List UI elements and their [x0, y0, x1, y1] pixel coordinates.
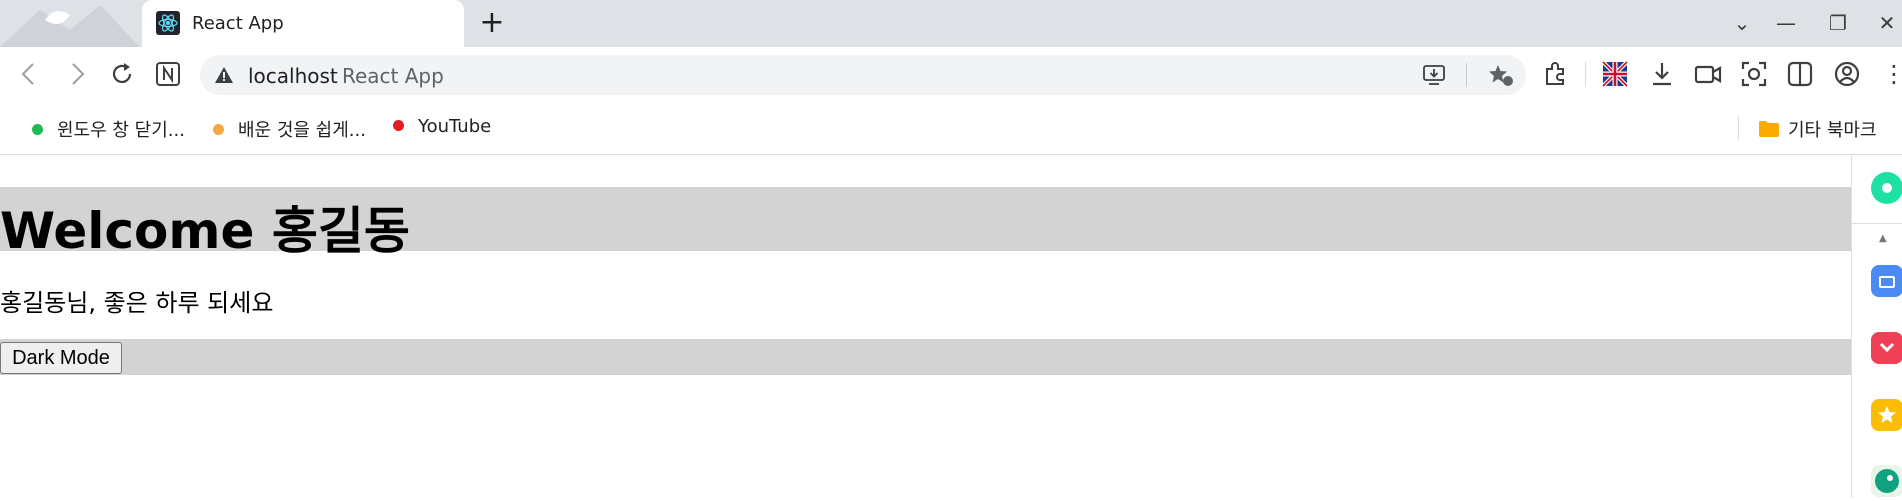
reload-icon[interactable] [107, 59, 137, 89]
profile-icon[interactable] [1832, 59, 1862, 89]
bookmark-label: YouTube [418, 116, 492, 137]
other-bookmarks-label: 기타 북마크 [1788, 120, 1877, 141]
bookmark-favicon-icon [213, 123, 224, 135]
tab-title: React App [192, 13, 284, 34]
screenshot-icon[interactable] [1739, 59, 1769, 89]
briefcase-icon[interactable] [1871, 265, 1902, 297]
bookmark-item[interactable]: 배운 것을 쉽게... [213, 116, 366, 141]
dark-mode-button[interactable]: Dark Mode [0, 342, 122, 374]
forward-icon[interactable] [62, 59, 92, 89]
omnibox-divider [1466, 63, 1467, 87]
browser-logo-decoration [0, 5, 140, 47]
bird-icon[interactable] [1871, 465, 1902, 497]
tab-list-button[interactable]: ⌄ [1727, 8, 1757, 38]
new-tab-button[interactable]: + [478, 8, 506, 38]
assistant-icon[interactable] [1871, 172, 1902, 204]
install-app-icon[interactable] [1422, 63, 1446, 87]
back-icon[interactable] [14, 59, 44, 89]
video-icon[interactable] [1693, 59, 1723, 89]
page-header: Welcome 홍길동 [0, 187, 1851, 260]
warning-icon[interactable] [214, 65, 234, 85]
browser-titlebar: React App + ⌄ — ❐ ✕ [0, 0, 1902, 48]
url-host: localhost [248, 64, 338, 88]
react-icon [156, 11, 180, 35]
page-heading: Welcome 홍길동 [0, 202, 410, 260]
split-view-icon[interactable] [1785, 59, 1815, 89]
bookmark-star-icon[interactable] [1488, 63, 1514, 87]
toolbar-divider [1585, 61, 1586, 87]
notion-icon[interactable] [153, 59, 183, 89]
scroll-up-icon[interactable]: ▲ [1879, 233, 1887, 244]
bookmark-label: 윈도우 창 닫기... [57, 120, 185, 141]
bookmark-label: 배운 것을 쉽게... [238, 120, 366, 141]
button-bar: Dark Mode [0, 339, 1851, 375]
close-button[interactable]: ✕ [1872, 8, 1902, 38]
side-panel-divider [1852, 223, 1902, 224]
side-panel: ▲ [1851, 155, 1902, 498]
pocket-icon[interactable] [1871, 332, 1902, 364]
minimize-button[interactable]: — [1771, 8, 1801, 38]
bookmarks-divider [1738, 116, 1739, 140]
other-bookmarks-folder[interactable]: 기타 북마크 [1758, 116, 1877, 141]
restore-button[interactable]: ❐ [1823, 8, 1853, 38]
youtube-icon [393, 119, 404, 131]
bookmark-item[interactable]: 윈도우 창 닫기... [32, 116, 185, 141]
greeting-text: 홍길동님, 좋은 하루 되세요 [0, 289, 274, 317]
star-icon[interactable] [1871, 399, 1902, 431]
browser-toolbar: localhost React App ⋮ [0, 47, 1902, 102]
bookmarks-bar: 윈도우 창 닫기... 배운 것을 쉽게... YouTube 기타 북마크 [0, 102, 1902, 155]
page-content: Welcome 홍길동 홍길동님, 좋은 하루 되세요 Dark Mode [0, 155, 1851, 498]
bookmark-item[interactable]: YouTube [393, 116, 491, 140]
more-menu-button[interactable]: ⋮ [1882, 57, 1902, 91]
url-page-title: React App [342, 64, 444, 88]
bookmark-favicon-icon [32, 123, 43, 135]
address-bar[interactable]: localhost React App [200, 55, 1526, 95]
download-icon[interactable] [1647, 59, 1677, 89]
tab-react-app[interactable]: React App [142, 0, 464, 48]
translate-flag-icon[interactable] [1600, 59, 1630, 89]
extensions-icon[interactable] [1540, 59, 1570, 89]
folder-icon [1759, 121, 1779, 137]
